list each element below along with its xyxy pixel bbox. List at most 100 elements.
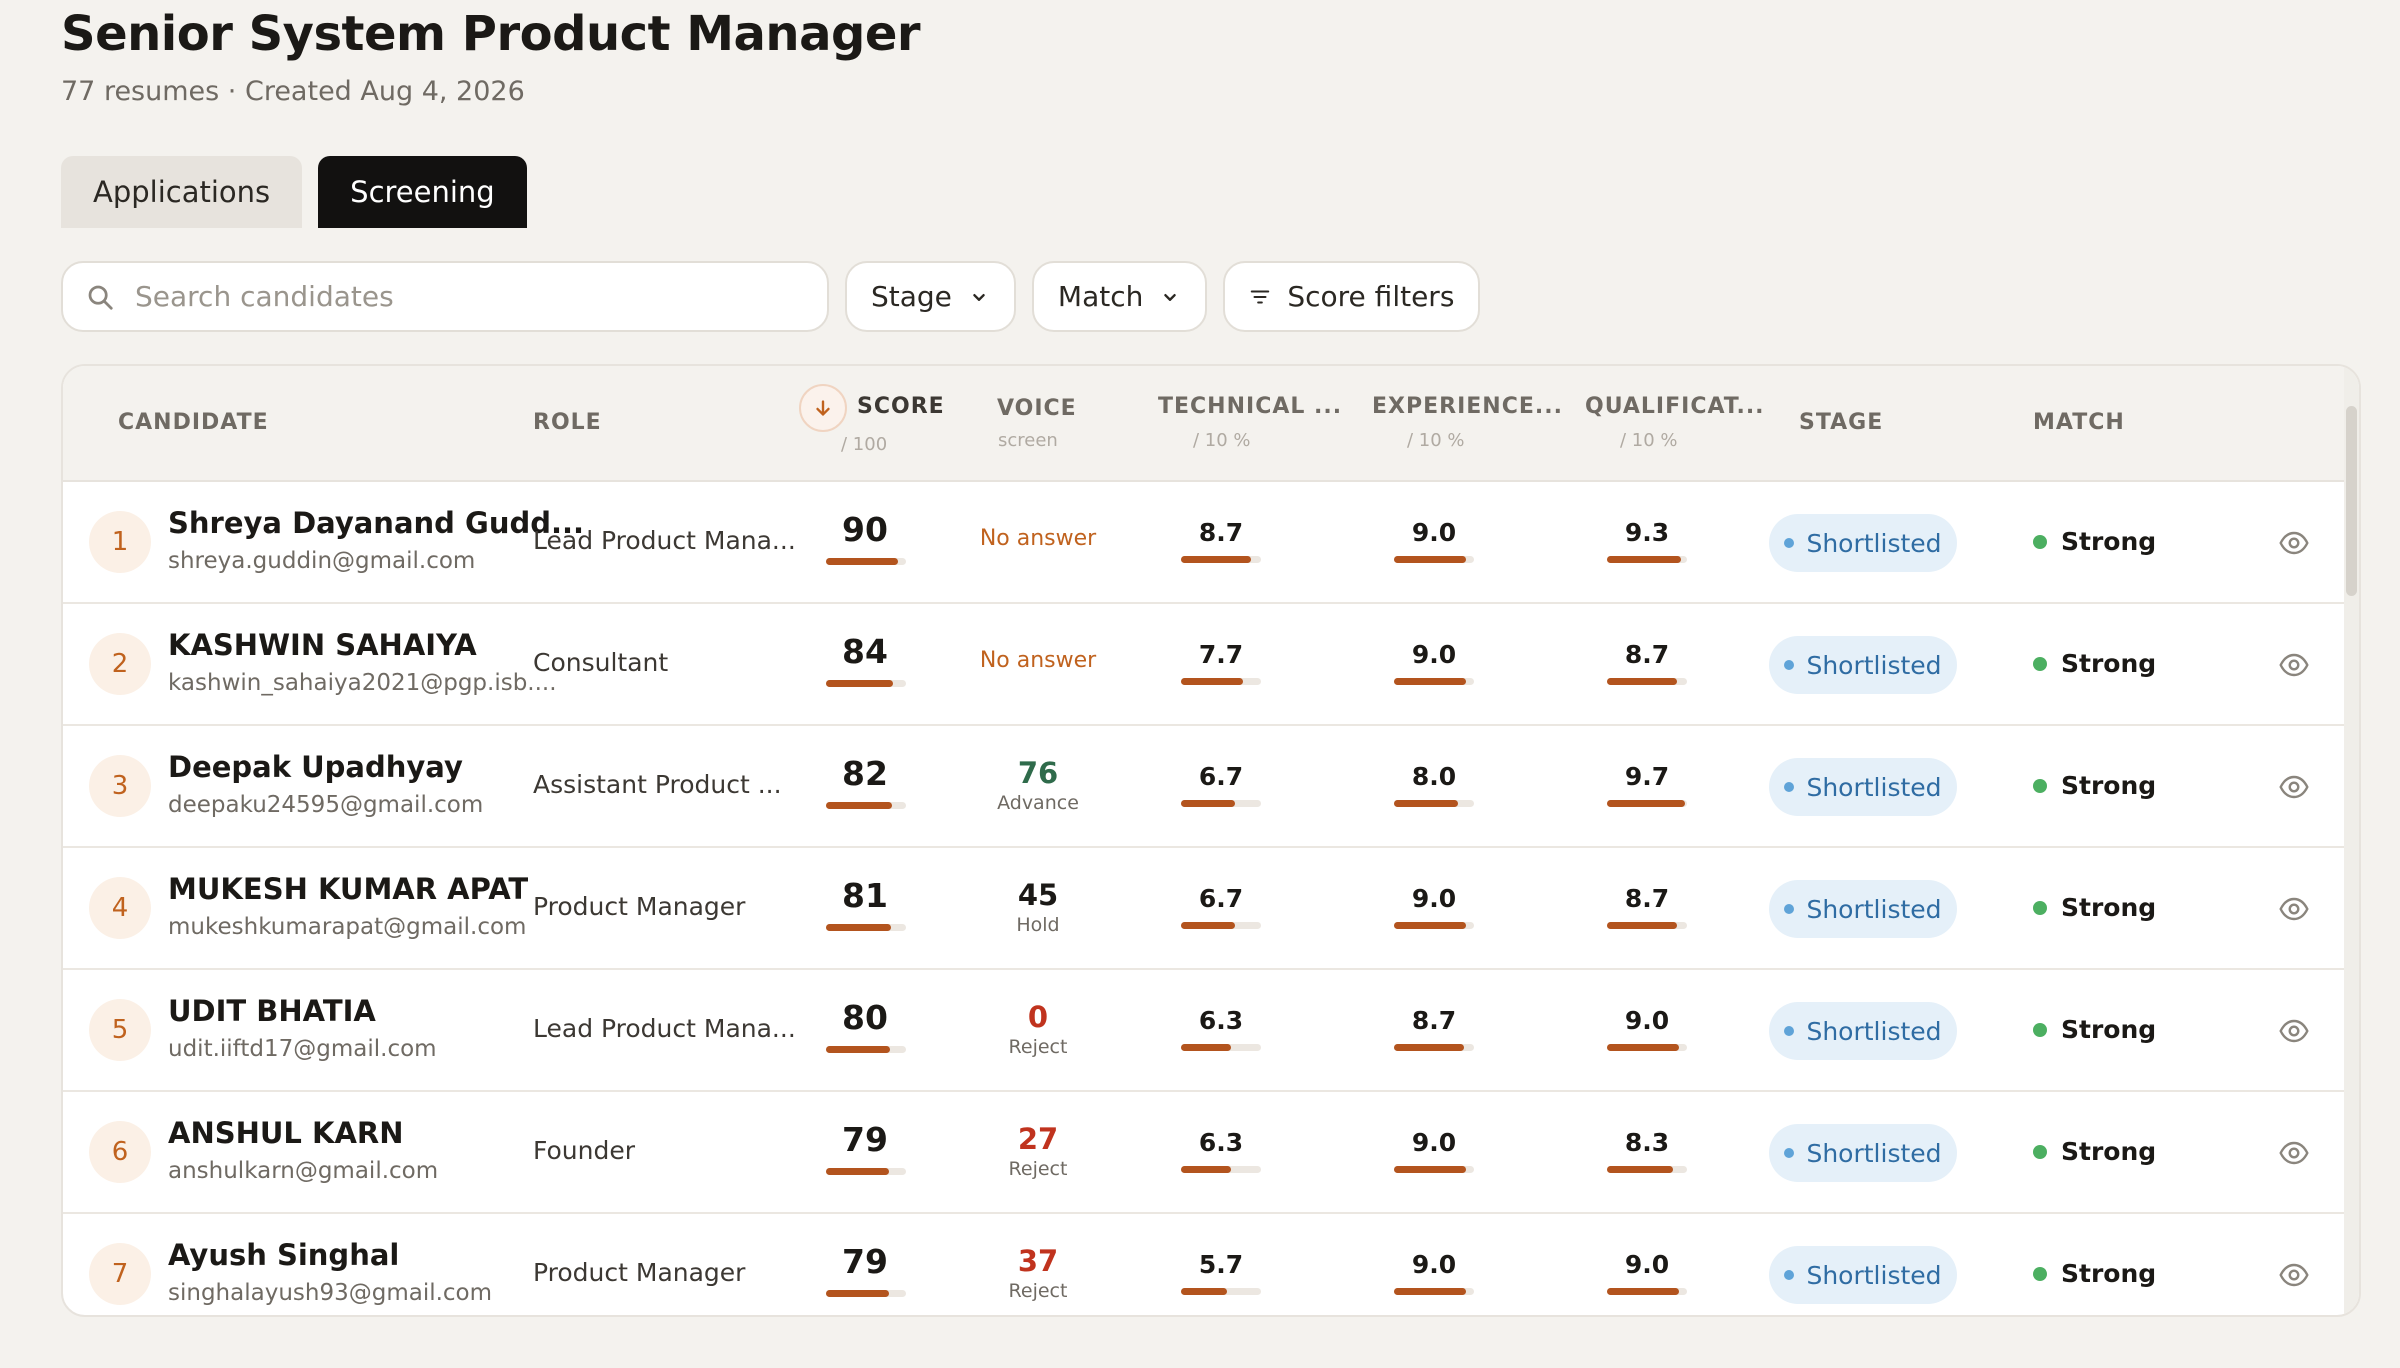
- overall-score: 80: [842, 998, 888, 1037]
- table-row[interactable]: 4 MUKESH KUMAR APAT mukeshkumarapat@gmail.…: [63, 848, 2348, 970]
- score-bar: [826, 802, 906, 809]
- eye-icon[interactable]: [2278, 1015, 2310, 1047]
- score-bar: [826, 1046, 906, 1053]
- stage-badge[interactable]: Shortlisted: [1769, 1002, 1957, 1060]
- sort-indicator[interactable]: [799, 384, 847, 432]
- column-subheader-experience: / 10 %: [1407, 430, 1465, 451]
- candidate-email: udit.iiftd17@gmail.com: [168, 1036, 437, 1062]
- eye-icon[interactable]: [2278, 649, 2310, 681]
- voice-screen: 0 Reject: [953, 1000, 1123, 1058]
- eye-icon[interactable]: [2278, 771, 2310, 803]
- stage-badge[interactable]: Shortlisted: [1769, 636, 1957, 694]
- candidate-role: Lead Product Mana...: [533, 526, 796, 555]
- candidates-table: CANDIDATE ROLE SCORE / 100 VOICE screen …: [61, 364, 2361, 1317]
- match-dot: [2033, 900, 2047, 915]
- qualification-bar-fill: [1607, 678, 1677, 685]
- column-header-experience[interactable]: EXPERIENCE...: [1372, 394, 1563, 419]
- table-row[interactable]: 7 Ayush Singhal singhalayush93@gmail.com Pr…: [63, 1214, 2348, 1315]
- eye-icon[interactable]: [2278, 893, 2310, 925]
- voice-decision: Advance: [997, 792, 1079, 814]
- overall-score: 79: [842, 1120, 888, 1159]
- candidate-role: Assistant Product ...: [533, 770, 782, 799]
- score-filters-button[interactable]: Score filters: [1223, 261, 1481, 332]
- stage-label: Shortlisted: [1806, 1260, 1942, 1290]
- column-subheader-score: / 100: [841, 434, 888, 455]
- column-header-voice[interactable]: VOICE: [997, 396, 1077, 421]
- column-header-candidate[interactable]: CANDIDATE: [118, 410, 269, 435]
- candidate-name[interactable]: MUKESH KUMAR APAT: [168, 872, 528, 906]
- table-row[interactable]: 6 ANSHUL KARN anshulkarn@gmail.com Founder 7…: [63, 1092, 2348, 1214]
- scrollbar-thumb[interactable]: [2346, 406, 2357, 596]
- match-label: Strong: [2061, 1259, 2157, 1288]
- table-row[interactable]: 1 Shreya Dayanand Gudd... shreya.guddin@gm…: [63, 482, 2348, 604]
- rank-badge: 1: [89, 511, 151, 573]
- candidate-name[interactable]: Deepak Upadhyay: [168, 750, 463, 784]
- eye-icon[interactable]: [2278, 527, 2310, 559]
- eye-icon[interactable]: [2278, 1137, 2310, 1169]
- page-title: Senior System Product Manager: [61, 6, 921, 62]
- column-header-stage[interactable]: STAGE: [1799, 410, 1883, 435]
- tab-screening[interactable]: Screening: [318, 156, 527, 228]
- stage-badge[interactable]: Shortlisted: [1769, 758, 1957, 816]
- qualification-bar: [1607, 1044, 1687, 1051]
- column-header-technical[interactable]: TECHNICAL ...: [1158, 394, 1342, 419]
- candidate-name[interactable]: KASHWIN SAHAIYA: [168, 628, 477, 662]
- table-scrollbar[interactable]: [2344, 366, 2359, 1315]
- table-row[interactable]: 5 UDIT BHATIA udit.iiftd17@gmail.com Lead P…: [63, 970, 2348, 1092]
- stage-badge[interactable]: Shortlisted: [1769, 1246, 1957, 1304]
- column-header-score[interactable]: SCORE: [857, 394, 945, 419]
- search-box[interactable]: [61, 261, 829, 332]
- technical-score: 6.3: [1198, 1006, 1244, 1035]
- technical-bar-fill: [1181, 678, 1243, 685]
- match-indicator: Strong: [2033, 1015, 2156, 1044]
- stage-badge[interactable]: Shortlisted: [1769, 514, 1957, 572]
- stage-dot: [1784, 538, 1795, 548]
- voice-decision: Reject: [1008, 1280, 1068, 1302]
- column-header-match[interactable]: MATCH: [2033, 410, 2125, 435]
- experience-bar-fill: [1394, 556, 1466, 563]
- experience-score: 8.7: [1411, 1006, 1457, 1035]
- score-bar-fill: [826, 1046, 890, 1053]
- table-row[interactable]: 3 Deepak Upadhyay deepaku24595@gmail.com As…: [63, 726, 2348, 848]
- score-bar: [826, 1168, 906, 1175]
- candidate-name[interactable]: Ayush Singhal: [168, 1238, 399, 1272]
- stage-badge[interactable]: Shortlisted: [1769, 880, 1957, 938]
- page: Senior System Product Manager 77 resumes…: [0, 0, 2400, 1368]
- stage-filter-button[interactable]: Stage: [845, 261, 1016, 332]
- column-header-role[interactable]: ROLE: [533, 410, 602, 435]
- column-header-qualification[interactable]: QUALIFICAT...: [1585, 394, 1765, 419]
- experience-bar: [1394, 678, 1474, 685]
- voice-screen: 76 Advance: [953, 756, 1123, 814]
- candidate-role: Lead Product Mana...: [533, 1014, 796, 1043]
- technical-score: 6.7: [1198, 762, 1244, 791]
- experience-bar-fill: [1394, 1044, 1464, 1051]
- qualification-bar: [1607, 922, 1687, 929]
- technical-score: 7.7: [1198, 640, 1244, 669]
- technical-bar: [1181, 1044, 1261, 1051]
- experience-score: 9.0: [1411, 884, 1457, 913]
- match-dot: [2033, 656, 2047, 671]
- match-dot: [2033, 534, 2047, 549]
- stage-label: Shortlisted: [1806, 528, 1942, 558]
- search-input[interactable]: [135, 280, 735, 313]
- stage-badge[interactable]: Shortlisted: [1769, 1124, 1957, 1182]
- match-filter-label: Match: [1057, 280, 1144, 313]
- candidate-name[interactable]: UDIT BHATIA: [168, 994, 376, 1028]
- table-row[interactable]: 2 KASHWIN SAHAIYA kashwin_sahaiya2021@pgp.…: [63, 604, 2348, 726]
- qualification-bar: [1607, 1288, 1687, 1295]
- match-filter-button[interactable]: Match: [1031, 261, 1208, 332]
- tab-applications[interactable]: Applications: [61, 156, 303, 228]
- technical-bar: [1181, 922, 1261, 929]
- candidate-role: Founder: [533, 1136, 636, 1165]
- candidate-name[interactable]: ANSHUL KARN: [168, 1116, 404, 1150]
- score-bar-fill: [826, 558, 898, 565]
- match-label: Strong: [2061, 527, 2157, 556]
- match-indicator: Strong: [2033, 649, 2156, 678]
- eye-icon[interactable]: [2278, 1259, 2310, 1291]
- voice-score: No answer: [979, 648, 1097, 673]
- candidate-name[interactable]: Shreya Dayanand Gudd...: [168, 506, 584, 540]
- voice-screen: 37 Reject: [953, 1244, 1123, 1302]
- score-bar: [826, 1290, 906, 1297]
- rank-badge: 7: [89, 1243, 151, 1305]
- candidate-email: mukeshkumarapat@gmail.com: [168, 914, 527, 940]
